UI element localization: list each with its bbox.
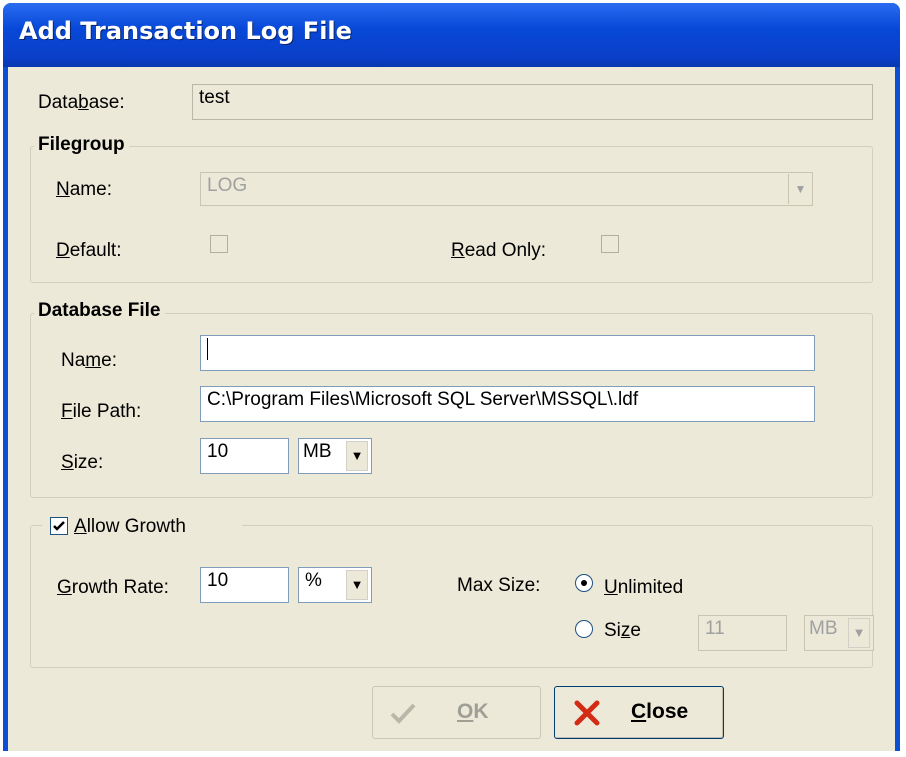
file-size-input[interactable]: 10 <box>200 438 289 474</box>
close-button-label: Close <box>631 700 689 723</box>
close-button[interactable]: Close <box>554 686 724 739</box>
filegroup-name-combo: LOG <box>200 172 813 206</box>
max-size-input: 11 <box>698 615 787 651</box>
file-size-unit-value: MB <box>303 441 332 462</box>
max-size-unit-dropdown-arrow-icon: ▼ <box>848 618 870 648</box>
filegroup-title: Filegroup <box>34 134 129 156</box>
file-size-label: Size: <box>61 452 104 473</box>
filegroup-name-value: LOG <box>207 175 248 196</box>
growth-rate-unit-value: % <box>305 570 322 591</box>
default-label: Default: <box>56 240 122 261</box>
max-size-unit-value: MB <box>809 618 838 639</box>
database-file-title: Database File <box>34 300 165 322</box>
dialog-body: Database: test Filegroup Name: LOG ▼ Def… <box>8 67 895 751</box>
file-name-input[interactable] <box>200 335 815 371</box>
window-title: Add Transaction Log File <box>19 17 352 45</box>
file-size-unit-dropdown-arrow-icon[interactable]: ▼ <box>346 441 368 471</box>
max-size-radio[interactable] <box>575 620 593 638</box>
readonly-label: Read Only: <box>451 240 547 261</box>
filegroup-name-dropdown-arrow-icon: ▼ <box>788 174 812 204</box>
red-x-icon <box>574 700 600 726</box>
checkmark-icon <box>53 521 65 531</box>
max-size-label: Max Size: <box>457 575 541 596</box>
dialog-window: Add Transaction Log File Database: test … <box>3 3 900 751</box>
unlimited-radio[interactable] <box>575 574 593 592</box>
allow-growth-label[interactable]: Allow Growth <box>74 516 186 538</box>
filegroup-name-label: Name: <box>56 179 112 200</box>
file-path-label: File Path: <box>61 401 142 422</box>
database-label: Database: <box>38 92 125 113</box>
allow-growth-checkbox[interactable] <box>50 517 68 535</box>
ok-button[interactable]: OK <box>372 686 541 739</box>
unlimited-label[interactable]: Unlimited <box>604 577 683 599</box>
max-size-option-label[interactable]: Size <box>604 620 641 642</box>
file-path-input[interactable]: C:\Program Files\Microsoft SQL Server\MS… <box>200 386 815 422</box>
default-checkbox <box>210 235 228 253</box>
text-cursor <box>207 338 208 360</box>
ok-button-label: OK <box>457 700 489 723</box>
growth-rate-input[interactable]: 10 <box>200 567 289 603</box>
checkmark-icon <box>390 703 416 724</box>
file-name-label: Name: <box>61 350 117 371</box>
readonly-checkbox <box>601 235 619 253</box>
growth-rate-unit-dropdown-arrow-icon[interactable]: ▼ <box>346 570 368 600</box>
filegroup-group <box>30 146 873 283</box>
title-bar[interactable]: Add Transaction Log File <box>3 3 900 67</box>
database-field: test <box>192 84 873 120</box>
growth-rate-label: Growth Rate: <box>57 577 169 598</box>
